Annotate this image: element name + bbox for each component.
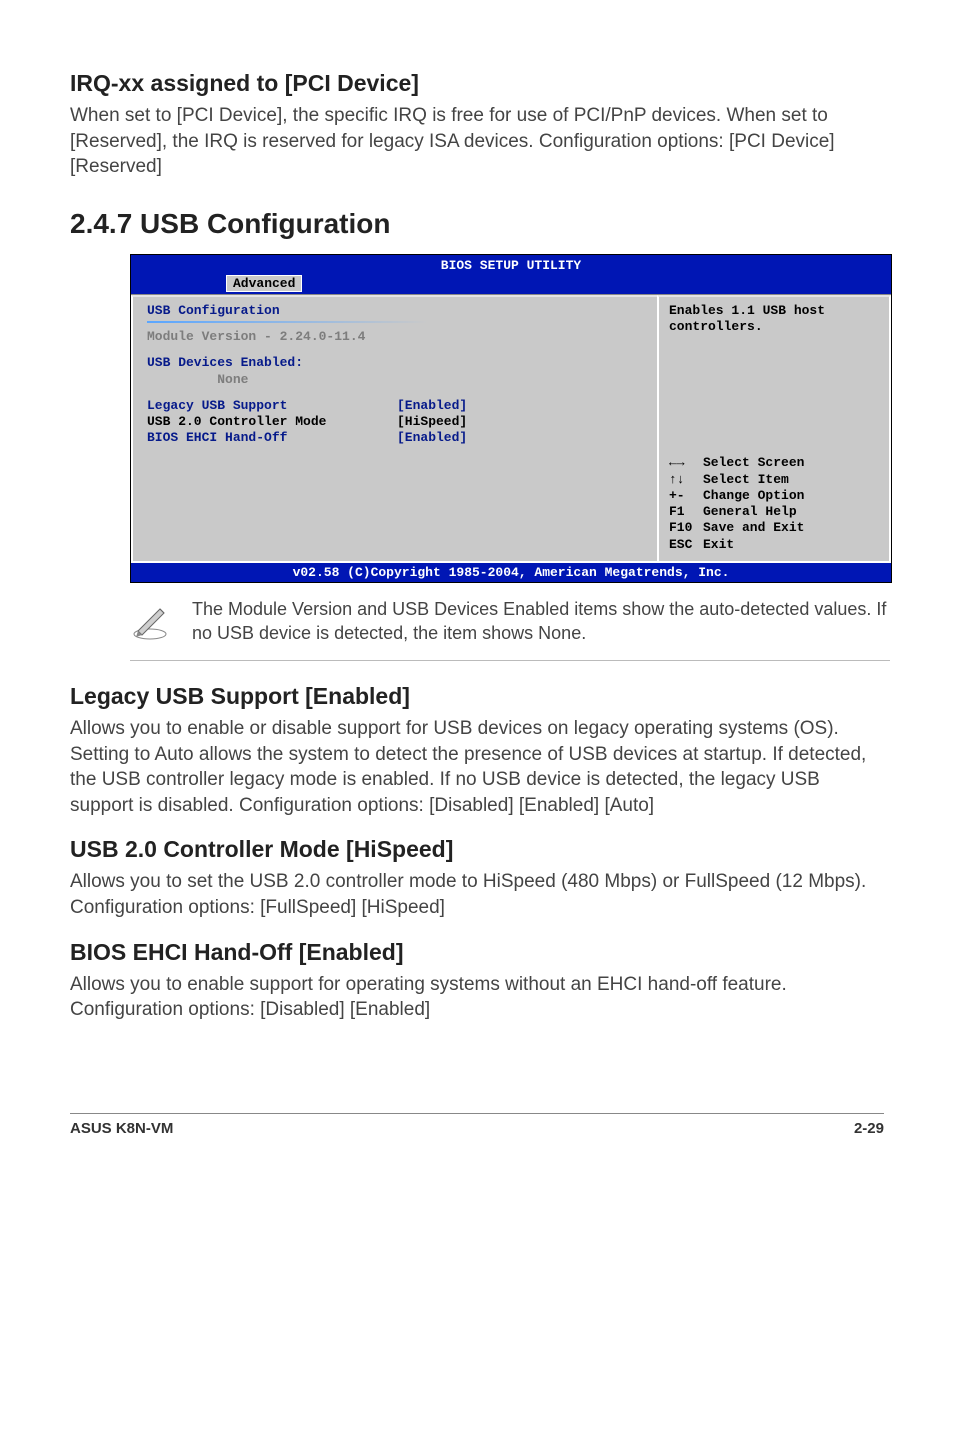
- heading-irq: IRQ-xx assigned to [PCI Device]: [70, 70, 884, 97]
- note-block: The Module Version and USB Devices Enabl…: [130, 597, 890, 661]
- heading-usb-config: 2.4.7 USB Configuration: [70, 208, 884, 240]
- bios-setting-label: BIOS EHCI Hand-Off: [147, 430, 397, 446]
- bios-left-panel: USB Configuration Module Version - 2.24.…: [131, 295, 657, 563]
- bios-setting-label: USB 2.0 Controller Mode: [147, 414, 397, 430]
- footer-left: ASUS K8N-VM: [70, 1120, 173, 1137]
- nav-desc: Select Screen: [703, 455, 804, 470]
- bios-tab-advanced[interactable]: Advanced: [226, 275, 302, 292]
- nav-key: ↑↓: [669, 472, 703, 488]
- bios-panel-title: USB Configuration: [147, 303, 643, 319]
- nav-desc: Select Item: [703, 472, 789, 487]
- bios-footer: v02.58 (C)Copyright 1985-2004, American …: [131, 563, 891, 582]
- body-irq: When set to [PCI Device], the specific I…: [70, 103, 884, 180]
- bios-setting-label: Legacy USB Support: [147, 398, 397, 414]
- bios-setting-value: [Enabled]: [397, 398, 467, 413]
- pencil-icon: [130, 597, 170, 646]
- bios-module-version: Module Version - 2.24.0-11.4: [147, 329, 643, 345]
- bios-setting-row[interactable]: BIOS EHCI Hand-Off[Enabled]: [147, 430, 643, 446]
- bios-setting-row[interactable]: USB 2.0 Controller Mode[HiSpeed]: [147, 414, 643, 430]
- note-text: The Module Version and USB Devices Enabl…: [170, 597, 890, 646]
- bios-titlebar: BIOS SETUP UTILITY: [131, 255, 891, 274]
- bios-devices-value: None: [147, 372, 643, 388]
- nav-key: F1: [669, 504, 703, 520]
- bios-setting-value: [HiSpeed]: [397, 414, 467, 429]
- footer-right: 2-29: [854, 1120, 884, 1137]
- body-usb20-mode: Allows you to set the USB 2.0 controller…: [70, 869, 884, 920]
- bios-setting-row[interactable]: Legacy USB Support[Enabled]: [147, 398, 643, 414]
- nav-desc: Exit: [703, 537, 734, 552]
- page-footer: ASUS K8N-VM 2-29: [70, 1113, 884, 1137]
- bios-nav-block: ←→Select Screen ↑↓Select Item +-Change O…: [669, 455, 879, 553]
- bios-help-text: Enables 1.1 USB host controllers.: [669, 303, 879, 336]
- heading-ehci: BIOS EHCI Hand-Off [Enabled]: [70, 939, 884, 966]
- bios-divider: [147, 321, 427, 323]
- nav-desc: General Help: [703, 504, 797, 519]
- nav-key: +-: [669, 488, 703, 504]
- nav-key: ESC: [669, 537, 703, 553]
- body-ehci: Allows you to enable support for operati…: [70, 972, 884, 1023]
- nav-desc: Save and Exit: [703, 520, 804, 535]
- bios-devices-value-text: None: [217, 372, 248, 387]
- bios-tabrow: Advanced: [131, 274, 891, 294]
- body-legacy-usb: Allows you to enable or disable support …: [70, 716, 884, 819]
- heading-usb20-mode: USB 2.0 Controller Mode [HiSpeed]: [70, 836, 884, 863]
- nav-desc: Change Option: [703, 488, 804, 503]
- nav-key: ←→: [669, 455, 703, 471]
- bios-setting-value: [Enabled]: [397, 430, 467, 445]
- heading-legacy-usb: Legacy USB Support [Enabled]: [70, 683, 884, 710]
- bios-right-panel: Enables 1.1 USB host controllers. ←→Sele…: [657, 295, 891, 563]
- bios-window: BIOS SETUP UTILITY Advanced USB Configur…: [130, 254, 892, 583]
- nav-key: F10: [669, 520, 703, 536]
- bios-devices-label: USB Devices Enabled:: [147, 355, 643, 371]
